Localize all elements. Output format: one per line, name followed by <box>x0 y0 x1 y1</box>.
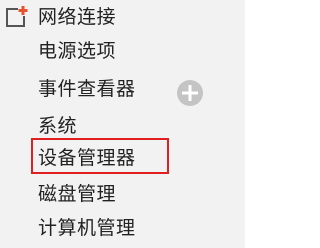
new-window-icon <box>6 5 29 27</box>
plus-circle-icon[interactable] <box>175 78 205 108</box>
context-menu: 网络连接 电源选项 事件查看器 系统 设备管理器 磁盘管理 计算机管理 <box>0 0 245 248</box>
menu-item-disk-management[interactable]: 磁盘管理 <box>38 177 116 211</box>
menu-item-network-connections[interactable]: 网络连接 <box>38 0 116 34</box>
menu-item-power-options[interactable]: 电源选项 <box>38 34 116 68</box>
menu-item-event-viewer[interactable]: 事件查看器 <box>38 72 136 106</box>
device-manager-highlight-box <box>31 138 169 174</box>
menu-item-computer-management[interactable]: 计算机管理 <box>38 211 136 245</box>
